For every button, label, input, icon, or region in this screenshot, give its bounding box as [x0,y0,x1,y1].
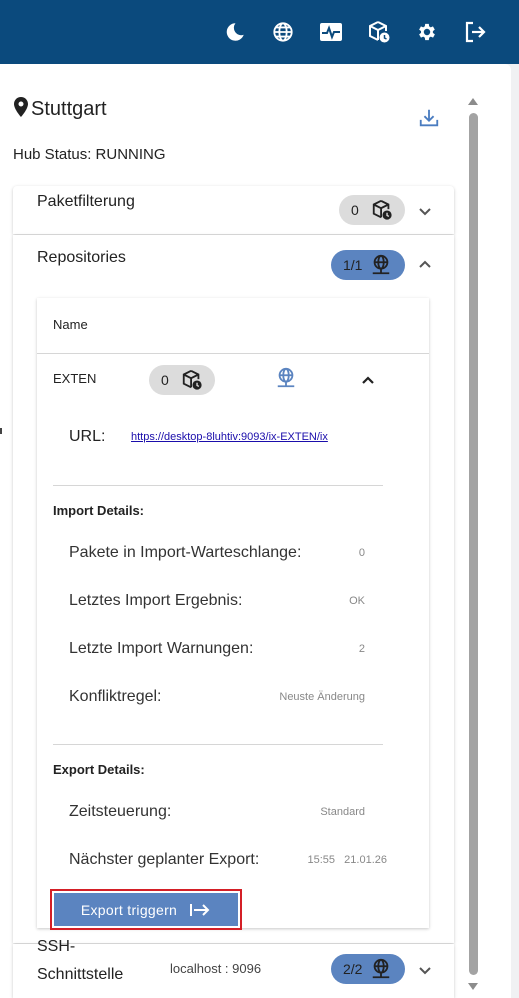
last-import-result-label: Letztes Import Ergebnis: [69,592,243,609]
network-icon [370,254,392,276]
export-trigger-label: Export triggern [80,901,178,918]
schedule-value: Standard [320,806,365,818]
next-export-value: 15:55 21.01.26 [307,854,387,866]
repository-count-badge: 1/1 [331,250,405,280]
export-trigger-button[interactable]: Export triggern [50,889,242,930]
last-import-warnings-value: 2 [358,643,365,655]
package-count-badge: 0 [149,365,215,395]
ssh-count-badge: 2/2 [331,954,405,984]
gear-icon[interactable] [415,20,439,44]
map-pin-icon [14,97,28,122]
repository-table [37,298,429,928]
divider [53,744,383,745]
badge-count: 1/1 [343,257,363,273]
divider [37,353,429,354]
column-header-name: Name [53,317,88,332]
moon-icon[interactable] [223,20,247,44]
accordion-title-repositories: Repositories [37,249,126,266]
import-queue-value: 0 [358,547,365,559]
accordion-title-ssh-line2: Schnittstelle [37,966,124,983]
ssh-host: localhost : 9096 [170,961,262,976]
last-import-result-value: OK [349,595,365,607]
network-icon [370,958,392,980]
network-icon[interactable] [275,367,297,394]
logout-icon[interactable] [463,20,487,44]
export-trigger-button-fill: Export triggern [54,893,238,926]
globe-icon[interactable] [271,20,295,44]
scroll-up-arrow[interactable] [468,98,478,105]
import-details-title: Import Details: [53,503,145,518]
top-app-bar [0,0,519,64]
export-details-title: Export Details: [53,762,145,777]
package-clock-icon [181,369,203,391]
conflict-rule-value: Neuste Änderung [279,691,365,703]
badge-count: 0 [351,202,359,218]
import-queue-label: Pakete in Import-Warteschlange: [69,544,302,561]
badge-count: 0 [161,372,169,388]
conflict-rule-label: Konfliktregel: [69,688,162,705]
repository-url-link[interactable]: https://desktop-8luhtiv:9093/ix-EXTEN/ix [131,431,328,443]
chevron-down-icon[interactable] [418,964,432,978]
location-title: Stuttgart [31,98,107,120]
accordion-title-paketfilterung: Paketfilterung [37,193,135,210]
chevron-up-icon[interactable] [361,373,375,387]
last-import-warnings-label: Letzte Import Warnungen: [69,640,254,657]
next-export-label: Nächster geplanter Export: [69,851,260,868]
hub-status: Hub Status: RUNNING [13,146,166,163]
download-icon[interactable] [418,107,440,129]
location-header: Stuttgart [14,97,107,122]
scrollbar-thumb[interactable] [469,113,478,975]
badge-count: 2/2 [343,961,363,977]
scroll-down-arrow[interactable] [468,983,478,990]
url-label: URL: [69,428,106,445]
repository-name: EXTEN [53,371,97,386]
divider [0,428,2,434]
activity-icon[interactable] [319,20,343,44]
accordion-title-ssh-line1: SSH- [37,938,76,955]
divider [53,485,383,486]
arrow-right-bar-icon [189,902,211,918]
package-clock-icon[interactable] [367,20,391,44]
chevron-up-icon[interactable] [418,257,432,271]
package-clock-icon [371,199,393,221]
schedule-label: Zeitsteuerung: [69,803,172,820]
package-count-badge: 0 [339,195,405,225]
chevron-down-icon[interactable] [418,205,432,219]
